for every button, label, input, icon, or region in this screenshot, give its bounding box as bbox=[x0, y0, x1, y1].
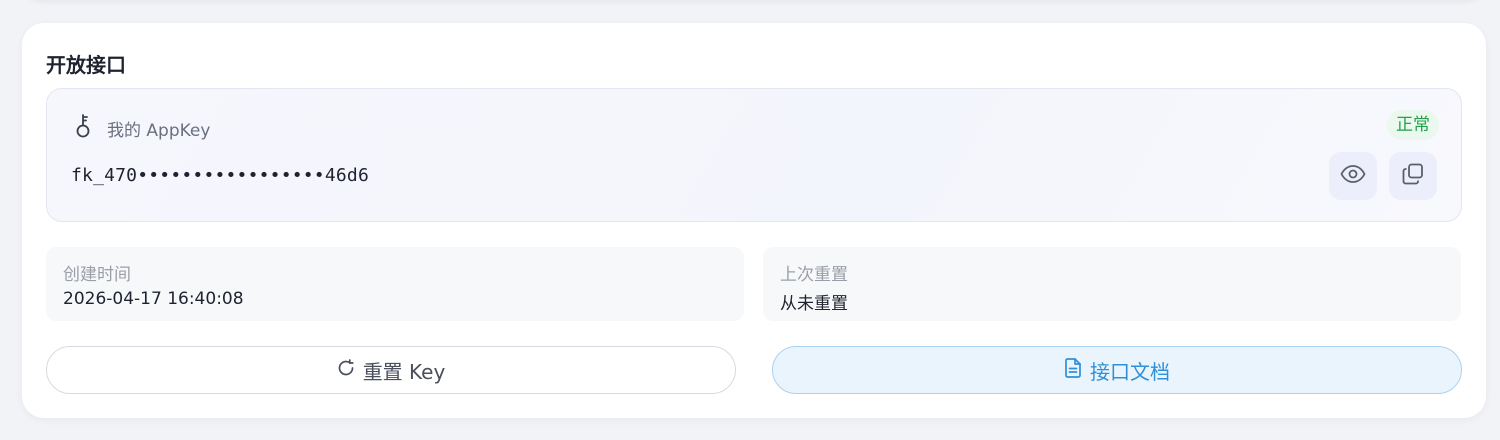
show-key-button[interactable] bbox=[1329, 152, 1377, 200]
appkey-value: fk_470•••••••••••••••••46d6 bbox=[71, 165, 369, 186]
copy-key-button[interactable] bbox=[1389, 152, 1437, 200]
eye-icon bbox=[1340, 164, 1366, 188]
last-reset-box: 上次重置 从未重置 bbox=[763, 247, 1461, 321]
status-badge: 正常 bbox=[1387, 110, 1439, 140]
api-docs-label: 接口文档 bbox=[1090, 359, 1170, 384]
open-api-card: 开放接口 我的 AppKey 正常 fk_470••••••••••••••••… bbox=[22, 23, 1486, 418]
reset-key-label: 重置 Key bbox=[362, 359, 446, 384]
last-reset-value: 从未重置 bbox=[780, 294, 848, 314]
section-title: 开放接口 bbox=[46, 53, 126, 77]
copy-icon bbox=[1402, 163, 1424, 190]
key-icon bbox=[73, 113, 93, 139]
appkey-label: 我的 AppKey bbox=[107, 121, 211, 141]
document-icon bbox=[1064, 357, 1090, 383]
created-time-box: 创建时间 2026-04-17 16:40:08 bbox=[46, 247, 744, 321]
refresh-icon bbox=[337, 358, 363, 382]
created-time-value: 2026-04-17 16:40:08 bbox=[63, 289, 244, 309]
last-reset-label: 上次重置 bbox=[780, 265, 848, 285]
reset-key-button[interactable]: 重置 Key bbox=[46, 346, 736, 394]
api-docs-button[interactable]: 接口文档 bbox=[772, 346, 1462, 394]
appkey-panel: 我的 AppKey 正常 fk_470•••••••••••••••••46d6 bbox=[46, 88, 1462, 222]
created-time-label: 创建时间 bbox=[63, 265, 131, 285]
